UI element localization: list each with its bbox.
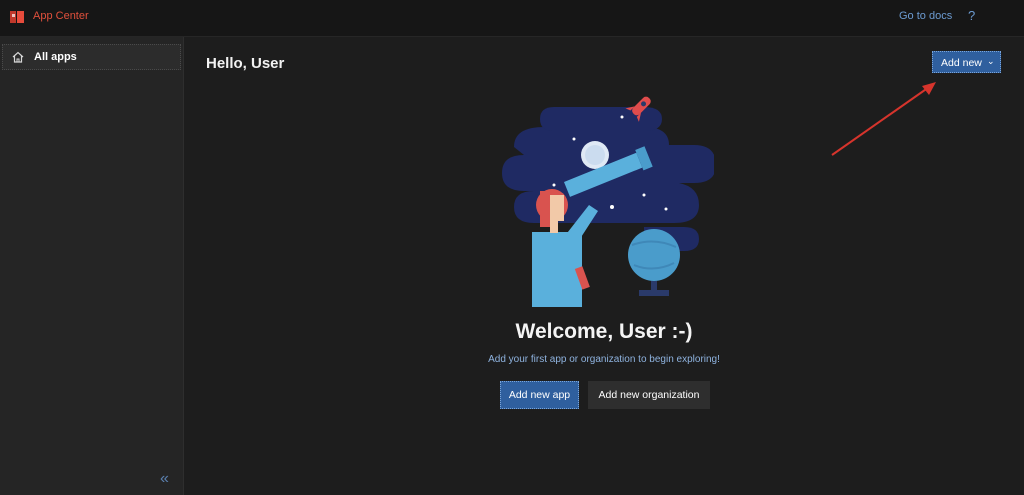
- top-bar: App Center Go to docs ?: [0, 0, 1024, 37]
- add-new-app-button[interactable]: Add new app: [500, 381, 579, 409]
- collapse-sidebar-icon[interactable]: «: [160, 470, 169, 488]
- sidebar-item-label: All apps: [34, 51, 77, 63]
- sidebar-item-all-apps[interactable]: All apps: [2, 44, 181, 70]
- app-center-logo-icon[interactable]: [8, 8, 26, 26]
- app-title[interactable]: App Center: [33, 10, 89, 22]
- home-icon: [12, 51, 24, 63]
- chevron-down-icon: ⌄: [987, 56, 995, 66]
- sidebar: All apps «: [0, 37, 184, 495]
- add-new-button[interactable]: Add new ⌄: [932, 51, 1001, 73]
- add-new-label: Add new: [941, 57, 982, 69]
- annotation-arrow: [831, 82, 936, 156]
- welcome-illustration: [502, 96, 714, 307]
- welcome-subtitle: Add your first app or organization to be…: [488, 354, 720, 365]
- page-title: Hello, User: [206, 55, 285, 72]
- main-content: Hello, User Add new ⌄ Welcome, User:-) …: [184, 37, 1024, 495]
- help-icon[interactable]: ?: [968, 8, 975, 23]
- welcome-heading: Welcome, User :-): [515, 320, 693, 343]
- add-new-organization-button[interactable]: Add new organization: [588, 381, 710, 409]
- go-to-docs-link[interactable]: Go to docs: [899, 10, 952, 22]
